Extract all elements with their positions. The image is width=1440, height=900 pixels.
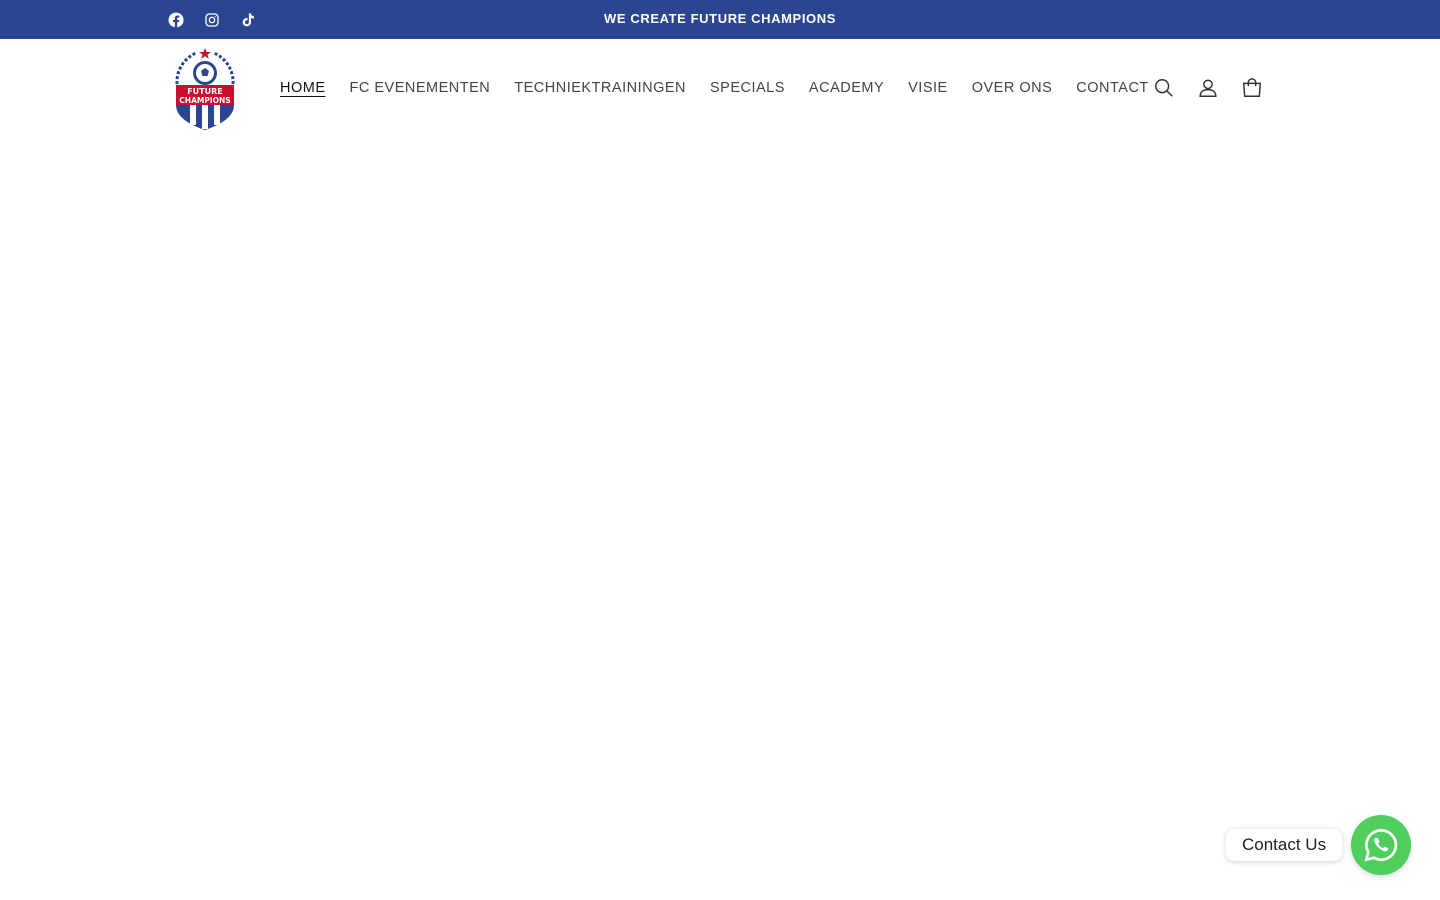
crest-logo: FUTURE CHAMPIONS xyxy=(175,48,235,130)
logo-text-future: FUTURE xyxy=(187,87,223,96)
whatsapp-button[interactable] xyxy=(1351,815,1412,875)
announcement-text: WE CREATE FUTURE CHAMPIONS xyxy=(603,10,837,26)
nav-item-techniektrainingen[interactable]: TECHNIEKTRAININGEN xyxy=(502,80,698,96)
nav-item-home[interactable]: HOME xyxy=(268,80,338,96)
nav-item-fc-evenementen[interactable]: FC EVENEMENTEN xyxy=(338,80,503,96)
whatsapp-icon xyxy=(1364,829,1398,862)
contact-widget: Contact Us xyxy=(1226,814,1412,876)
main-content xyxy=(0,137,1440,900)
main-nav: HOME FC EVENEMENTEN TECHNIEKTRAININGEN S… xyxy=(268,39,1161,137)
site-header: FUTURE CHAMPIONS HOME FC EVENEMENTEN TEC… xyxy=(0,39,1440,137)
header-icons xyxy=(1142,39,1274,137)
account-icon xyxy=(1199,79,1217,97)
nav-item-over-ons[interactable]: OVER ONS xyxy=(960,80,1065,96)
search-icon xyxy=(1155,79,1173,97)
logo[interactable]: FUTURE CHAMPIONS xyxy=(170,47,240,131)
search-button[interactable] xyxy=(1142,66,1186,110)
nav-item-academy[interactable]: ACADEMY xyxy=(797,80,896,96)
account-button[interactable] xyxy=(1186,66,1230,110)
cart-button[interactable] xyxy=(1230,66,1274,110)
nav-item-specials[interactable]: SPECIALS xyxy=(698,80,797,96)
nav-item-visie[interactable]: VISIE xyxy=(896,80,960,96)
logo-text-champions: CHAMPIONS xyxy=(179,96,230,105)
contact-us-label[interactable]: Contact Us xyxy=(1226,829,1343,861)
announcement-bar: WE CREATE FUTURE CHAMPIONS xyxy=(0,0,1440,39)
cart-icon xyxy=(1242,78,1262,97)
